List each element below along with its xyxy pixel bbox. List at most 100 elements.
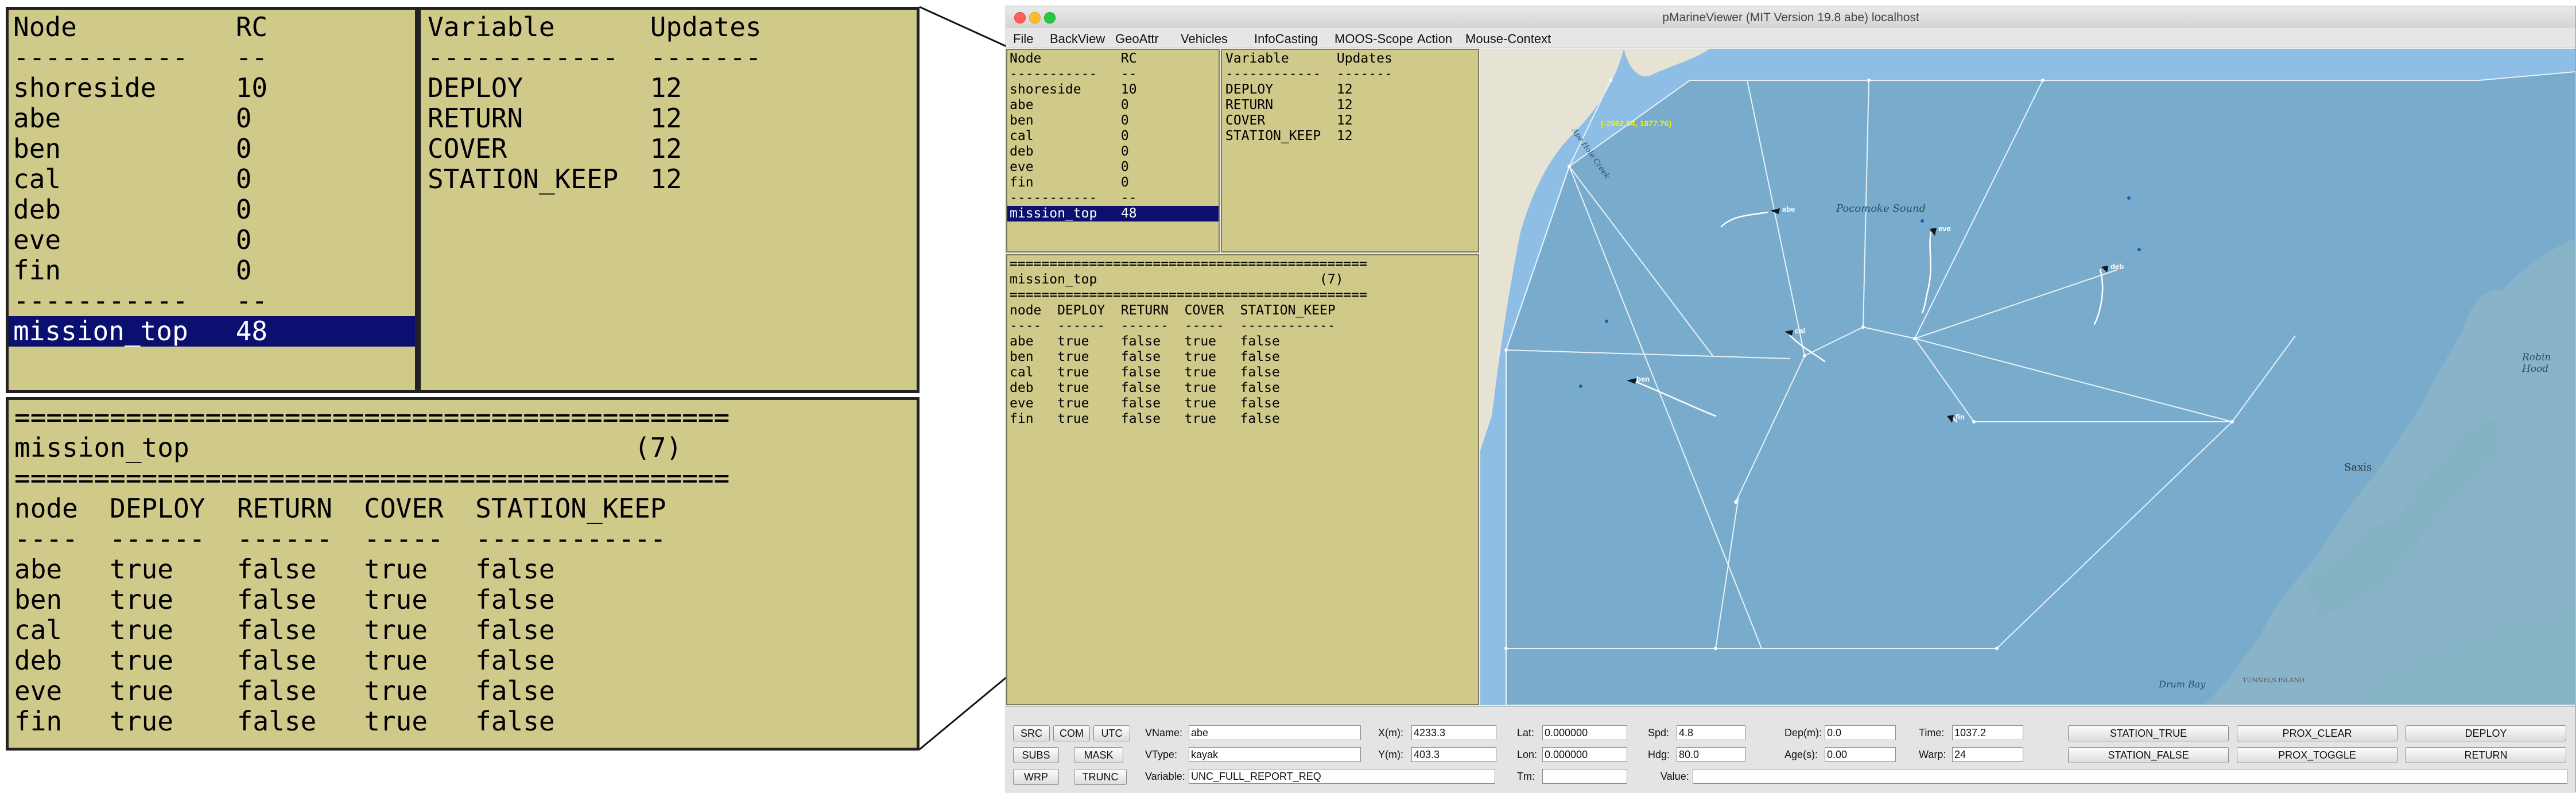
menu-mouse-context[interactable]: Mouse-Context (1465, 32, 1551, 46)
report-rule: ========================================… (14, 462, 730, 493)
menu-geoattr[interactable]: GeoAttr (1115, 32, 1159, 46)
var-row[interactable]: DEPLOY 12 (428, 73, 911, 103)
op-region (1506, 71, 2575, 705)
map-label-bay: Drum Bay (2159, 679, 2206, 690)
map-label-town: Saxis (2344, 461, 2372, 473)
node-row[interactable]: shoreside 10 (13, 73, 410, 103)
node-row[interactable]: fin 0 (1010, 175, 1216, 191)
report-row: cal true false true false (14, 615, 555, 646)
vname-field[interactable]: abe (1189, 725, 1361, 740)
vehicle-label-fin: fin (1956, 413, 1965, 421)
var-row[interactable]: RETURN 12 (428, 103, 911, 134)
time-field[interactable]: 1037.2 (1952, 725, 2023, 740)
node-row[interactable]: eve 0 (1010, 160, 1216, 175)
hdg-field[interactable]: 80.0 (1677, 747, 1745, 762)
node-row[interactable]: eve 0 (13, 225, 410, 255)
vars-divider: ------------ ------- (428, 42, 762, 73)
com-button[interactable]: COM (1053, 725, 1090, 741)
spd-field[interactable]: 4.8 (1677, 725, 1745, 740)
variable-field[interactable]: UNC_FULL_REPORT_REQ (1189, 769, 1495, 784)
menu-backview[interactable]: BackView (1050, 32, 1105, 46)
mask-button[interactable]: MASK (1074, 747, 1123, 763)
wrp-button[interactable]: WRP (1013, 769, 1059, 785)
variable-label: Variable: (1145, 771, 1185, 782)
node-row[interactable]: abe 0 (1010, 98, 1216, 113)
trunc-button[interactable]: TRUNC (1074, 769, 1127, 785)
report-row: ben true false true false (14, 584, 555, 615)
station-false-button[interactable]: STATION_FALSE (2068, 747, 2229, 763)
menu-moos-scope[interactable]: MOOS-Scope (1334, 32, 1413, 46)
menu-action[interactable]: Action (1417, 32, 1452, 46)
warp-label: Warp: (1919, 749, 1946, 760)
time-label: Time: (1919, 727, 1945, 738)
title-bar: pMarineViewer (MIT Version 19.8 abe) loc… (1006, 6, 2575, 29)
subs-button[interactable]: SUBS (1013, 747, 1059, 763)
ym-label: Y(m): (1378, 749, 1403, 760)
vars-divider: ------------ ------- (1225, 67, 1392, 81)
report-title: mission_top (7) (1010, 272, 1344, 287)
map-label-robin: Robin Hood (2522, 352, 2551, 375)
station-true-button[interactable]: STATION_TRUE (2068, 725, 2229, 741)
var-row[interactable]: STATION_KEEP 12 (1225, 129, 1475, 144)
menu-infocasting[interactable]: InfoCasting (1254, 32, 1318, 46)
vars-header: Variable Updates (1225, 51, 1392, 66)
age-field[interactable]: 0.00 (1825, 747, 1896, 762)
report-row: deb true false true false (14, 645, 555, 676)
vtype-label: VType: (1145, 749, 1178, 760)
node-row[interactable]: deb 0 (1010, 144, 1216, 160)
return-button[interactable]: RETURN (2406, 747, 2566, 763)
menu-vehicles[interactable]: Vehicles (1181, 32, 1228, 46)
node-row-selected[interactable]: mission_top 48 (1007, 206, 1219, 221)
lat-field[interactable]: 0.000000 (1542, 725, 1627, 740)
var-row[interactable]: STATION_KEEP 12 (428, 164, 911, 195)
map-view[interactable]: Pocomoke Sound Drum Bay Saxis Robin Hood… (1480, 49, 2575, 705)
report-row: eve true false true false (14, 675, 555, 706)
node-row[interactable]: cal 0 (13, 164, 410, 195)
nodes-divider: ----------- -- (1010, 67, 1137, 81)
xm-field[interactable]: 4233.3 (1411, 725, 1496, 740)
report-divider: ---- ------ ------ ----- ------------ (14, 523, 666, 554)
vehicle-label-cal: cal (1795, 326, 1806, 335)
lat-label: Lat: (1517, 727, 1535, 738)
report-row: cal true false true false (1010, 365, 1280, 380)
node-row[interactable]: fin 0 (13, 255, 410, 286)
node-row[interactable]: ben 0 (13, 134, 410, 164)
vehicle-label-deb: deb (2111, 262, 2124, 271)
var-row[interactable]: COVER 12 (428, 134, 911, 164)
vtype-field[interactable]: kayak (1189, 747, 1361, 762)
node-row[interactable]: shoreside 10 (1010, 82, 1216, 98)
report-header: node DEPLOY RETURN COVER STATION_KEEP (1010, 303, 1336, 318)
lon-field[interactable]: 0.000000 (1542, 747, 1627, 762)
control-panel: SRC COM UTC SUBS MASK WRP TRUNC VName: a… (1006, 706, 2575, 793)
node-row[interactable]: cal 0 (1010, 129, 1216, 144)
zoom-report-pane: ========================================… (6, 397, 920, 751)
node-row[interactable]: abe 0 (13, 103, 410, 134)
report-rule: ========================================… (1010, 256, 1368, 271)
menu-file[interactable]: File (1013, 32, 1033, 46)
utc-button[interactable]: UTC (1093, 725, 1130, 741)
warp-field[interactable]: 24 (1952, 747, 2023, 762)
value-field[interactable] (1693, 769, 2567, 784)
nodes-header: Node RC (13, 11, 268, 42)
map-label-island: TUNNELS ISLAND (2243, 677, 2305, 684)
prox-toggle-button[interactable]: PROX_TOGGLE (2237, 747, 2397, 763)
tm-field[interactable] (1542, 769, 1627, 784)
src-button[interactable]: SRC (1013, 725, 1050, 741)
node-row[interactable]: ben 0 (1010, 113, 1216, 129)
deploy-button[interactable]: DEPLOY (2406, 725, 2566, 741)
zoom-nodes-pane: Node RC ----------- -- shoreside 10 abe … (6, 7, 418, 393)
report-rule: ========================================… (14, 402, 730, 433)
dep-field[interactable]: 0.0 (1825, 725, 1896, 740)
var-row[interactable]: RETURN 12 (1225, 98, 1475, 113)
vehicle-label-eve: eve (1938, 224, 1951, 233)
cursor-coordinate: (-2962.54, 1877.76) (1601, 119, 1671, 128)
xm-label: X(m): (1378, 727, 1403, 738)
ym-field[interactable]: 403.3 (1411, 747, 1496, 762)
prox-clear-button[interactable]: PROX_CLEAR (2237, 725, 2397, 741)
node-row[interactable]: deb 0 (13, 195, 410, 225)
node-row-selected[interactable]: mission_top 48 (9, 316, 415, 347)
report-row: deb true false true false (1010, 380, 1280, 395)
var-row[interactable]: DEPLOY 12 (1225, 82, 1475, 98)
report-header: node DEPLOY RETURN COVER STATION_KEEP (14, 493, 666, 524)
var-row[interactable]: COVER 12 (1225, 113, 1475, 129)
